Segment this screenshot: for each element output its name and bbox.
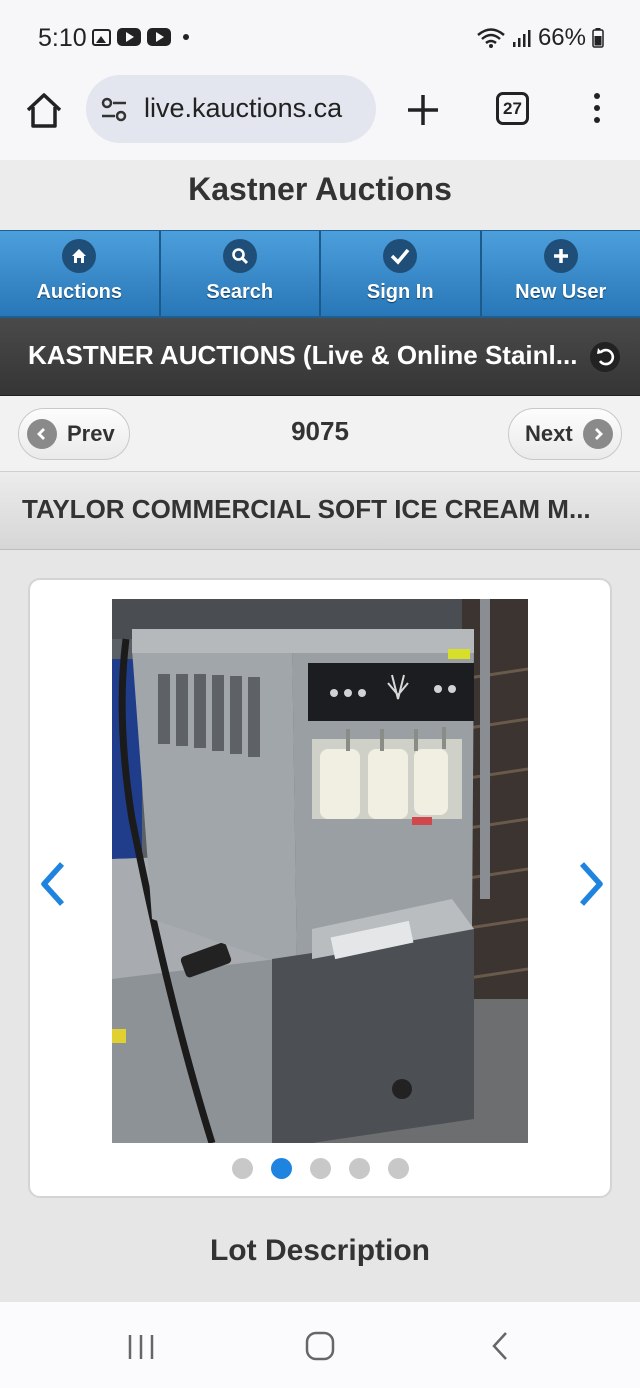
check-icon: [383, 239, 418, 273]
status-time: 5:10: [38, 24, 87, 52]
system-nav-bar: [0, 1302, 640, 1388]
battery-icon: [592, 28, 604, 48]
next-label: Next: [525, 421, 573, 446]
next-button[interactable]: Next: [508, 408, 622, 460]
nav-auctions[interactable]: Auctions: [0, 231, 161, 316]
main-nav: Auctions Search Sign In New User: [0, 230, 640, 318]
home-icon[interactable]: [22, 89, 66, 133]
nav-search[interactable]: Search: [160, 231, 321, 316]
back-to-auction-icon[interactable]: [590, 342, 620, 372]
home-icon: [62, 239, 97, 273]
plus-icon: [543, 239, 578, 273]
carousel-dot-4[interactable]: [348, 1158, 370, 1179]
carousel-dot-1[interactable]: [231, 1158, 253, 1179]
item-title-bar: TAYLOR COMMERCIAL SOFT ICE CREAM M...: [0, 472, 640, 550]
lot-content: Lot Description: [0, 550, 640, 1302]
url-text: live.kauctions.ca: [144, 93, 343, 123]
signal-icon: [512, 30, 531, 47]
more-notifications-icon: [183, 34, 189, 40]
site-settings-icon[interactable]: [100, 97, 128, 123]
browser-toolbar: live.kauctions.ca 27: [0, 75, 640, 160]
back-nav-icon[interactable]: [486, 1331, 516, 1361]
arrow-right-icon: [582, 419, 613, 449]
carousel-dots: [30, 1158, 610, 1179]
lot-photo[interactable]: [112, 599, 528, 1143]
nav-auctions-label: Auctions: [36, 281, 123, 303]
lot-description-heading: Lot Description: [209, 1234, 430, 1267]
browser-menu-icon[interactable]: [590, 93, 604, 127]
carousel-dot-2[interactable]: [270, 1158, 292, 1179]
site-header: Kastner Auctions: [0, 160, 640, 230]
new-tab-icon[interactable]: [404, 91, 442, 129]
youtube-notification-icon-2: [147, 28, 171, 46]
lot-pager: Prev 9075 Next: [0, 396, 640, 472]
carousel-dot-5[interactable]: [387, 1158, 409, 1179]
youtube-notification-icon: [117, 28, 141, 46]
search-icon: [222, 239, 257, 273]
carousel-prev-icon[interactable]: [34, 856, 74, 912]
auction-title-bar: KASTNER AUCTIONS (Live & Online Stainl..…: [0, 318, 640, 396]
battery-percentage: 66%: [537, 24, 586, 51]
auction-title: KASTNER AUCTIONS (Live & Online Stainl..…: [28, 340, 578, 370]
nav-sign-in[interactable]: Sign In: [321, 231, 482, 316]
carousel-dot-3[interactable]: [309, 1158, 331, 1179]
site-title: Kastner Auctions: [188, 171, 452, 207]
recent-apps-icon[interactable]: [126, 1332, 156, 1362]
tab-switcher-button[interactable]: 27: [496, 92, 529, 125]
wifi-icon: [477, 28, 505, 48]
nav-sign-in-label: Sign In: [366, 281, 434, 303]
address-bar[interactable]: live.kauctions.ca: [86, 75, 376, 143]
home-nav-icon[interactable]: [305, 1331, 335, 1361]
carousel-next-icon[interactable]: [570, 856, 610, 912]
nav-new-user-label: New User: [515, 281, 607, 303]
nav-new-user[interactable]: New User: [481, 231, 640, 316]
nav-search-label: Search: [206, 281, 274, 303]
status-bar: 5:10 66%: [0, 0, 640, 75]
item-title: TAYLOR COMMERCIAL SOFT ICE CREAM M...: [22, 494, 591, 524]
image-gallery: [28, 578, 612, 1198]
gallery-notification-icon: [92, 28, 111, 46]
